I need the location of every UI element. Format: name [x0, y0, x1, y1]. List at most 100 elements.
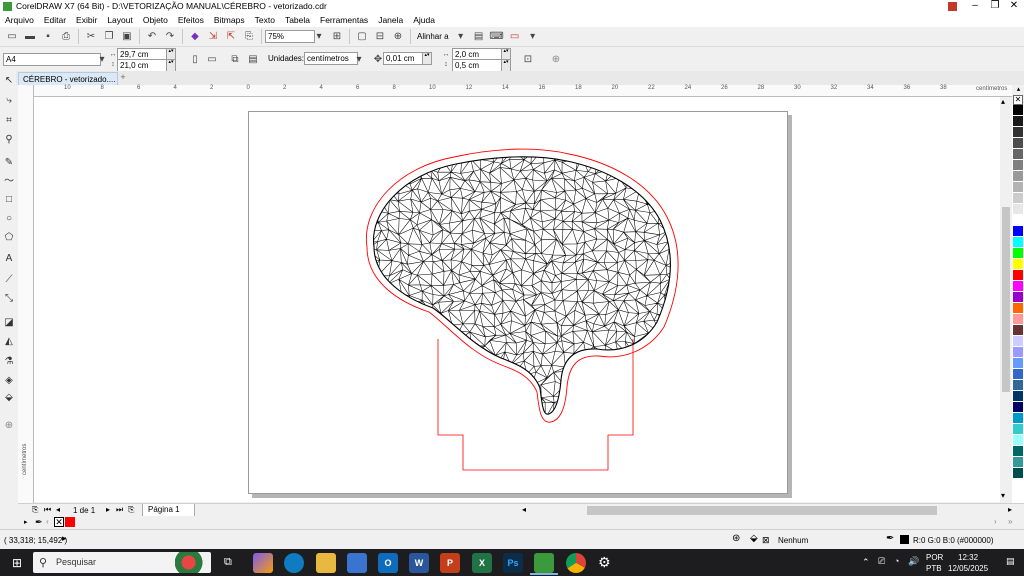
vertical-scrollbar[interactable]: ▴ ▾: [1000, 97, 1012, 502]
print-icon[interactable]: ⎙: [59, 30, 73, 44]
fill-none-swatch[interactable]: ⊠: [762, 535, 770, 546]
chevron-down-icon[interactable]: ▾: [526, 30, 540, 44]
rectangle-tool-icon[interactable]: □: [2, 193, 16, 207]
copy-icon[interactable]: ❐: [102, 30, 116, 44]
units-select[interactable]: centímetros: [304, 52, 358, 65]
paste-icon[interactable]: ▣: [120, 30, 134, 44]
clock-date[interactable]: 12/05/2025: [948, 564, 988, 573]
red-swatch[interactable]: [65, 517, 75, 527]
palette-swatch[interactable]: [1013, 457, 1023, 467]
scroll-right-icon[interactable]: ›: [994, 517, 997, 526]
menu-texto[interactable]: Texto: [250, 13, 280, 27]
palette-swatch[interactable]: [1013, 369, 1023, 379]
menu-ferramentas[interactable]: Ferramentas: [315, 13, 373, 27]
palette-swatch[interactable]: [1013, 237, 1023, 247]
menu-exibir[interactable]: Exibir: [71, 13, 102, 27]
shape-tool-icon[interactable]: ⤷: [2, 94, 16, 108]
tray-chevron-icon[interactable]: ⌃: [862, 557, 870, 568]
menu-objeto[interactable]: Objeto: [138, 13, 173, 27]
portrait-icon[interactable]: ▯: [188, 52, 202, 66]
smart-fill-icon[interactable]: ⬙: [2, 391, 16, 405]
eyedropper-icon[interactable]: ⚗: [2, 355, 16, 369]
palette-swatch[interactable]: [1013, 424, 1023, 434]
palette-swatch[interactable]: [1013, 215, 1023, 225]
palette-swatch[interactable]: [1013, 149, 1023, 159]
palette-swatch[interactable]: [1013, 325, 1023, 335]
zoom-level-field[interactable]: 75%: [265, 30, 315, 43]
all-pages-icon[interactable]: ⧉: [228, 52, 242, 66]
full-screen-icon[interactable]: ▢: [355, 30, 369, 44]
notification-icon[interactable]: ▤: [1006, 556, 1015, 567]
windows-start-icon[interactable]: ⊞: [12, 556, 22, 570]
keyboard-layout[interactable]: PTB: [926, 564, 942, 573]
chevron-down-icon[interactable]: ▾: [454, 30, 468, 44]
palette-swatch[interactable]: [1013, 259, 1023, 269]
menu-arquivo[interactable]: Arquivo: [0, 13, 39, 27]
previous-page-icon[interactable]: ◂: [56, 505, 60, 514]
menu-tabela[interactable]: Tabela: [280, 13, 315, 27]
taskbar-search-box[interactable]: ⚲ Pesquisar: [33, 552, 211, 573]
interactive-fill-icon[interactable]: ◈: [2, 374, 16, 388]
close-button[interactable]: ✕: [1003, 0, 1024, 13]
last-page-icon[interactable]: ⏭: [116, 505, 123, 515]
drawing-page[interactable]: [248, 111, 788, 494]
chevron-down-icon[interactable]: ▾: [1001, 491, 1005, 500]
volume-icon[interactable]: 🔊: [908, 556, 919, 567]
palette-swatch[interactable]: [1013, 347, 1023, 357]
palette-swatch[interactable]: [1013, 171, 1023, 181]
palette-swatch[interactable]: [1013, 391, 1023, 401]
search-content-icon[interactable]: ◆: [188, 30, 202, 44]
edge-icon[interactable]: [284, 553, 304, 573]
palette-swatch[interactable]: [1013, 468, 1023, 478]
pick-tool-icon[interactable]: ↖: [2, 74, 16, 88]
nudge-distance-field[interactable]: 0,01 cm: [383, 52, 423, 65]
chrome-icon[interactable]: [566, 553, 586, 573]
minimize-button[interactable]: –: [964, 0, 986, 13]
color-proof-icon[interactable]: ⊛: [732, 533, 740, 544]
menu-editar[interactable]: Editar: [39, 13, 71, 27]
chevron-down-icon[interactable]: ▾: [312, 30, 326, 44]
word-icon[interactable]: W: [409, 553, 429, 573]
menu-janela[interactable]: Janela: [373, 13, 408, 27]
palette-swatch[interactable]: [1013, 303, 1023, 313]
add-icon[interactable]: ⊕: [549, 52, 563, 66]
palette-swatch[interactable]: [1013, 248, 1023, 258]
palette-swatch[interactable]: [1013, 160, 1023, 170]
scroll-left-icon[interactable]: ‹: [46, 517, 49, 526]
new-document-icon[interactable]: ▭: [5, 30, 19, 44]
palette-swatch[interactable]: [1013, 314, 1023, 324]
add-tool-icon[interactable]: ⊕: [2, 419, 16, 433]
save-icon[interactable]: ▪: [41, 30, 55, 44]
zoom-to-page-icon[interactable]: ⊞: [330, 30, 344, 44]
expand-icon[interactable]: ▸: [24, 518, 28, 526]
horizontal-scrollbar-thumb[interactable]: [587, 506, 937, 515]
menu-layout[interactable]: Layout: [102, 13, 138, 27]
color-eyedropper-icon[interactable]: ✒: [35, 517, 43, 528]
palette-swatch[interactable]: [1013, 336, 1023, 346]
import-icon[interactable]: ⇲: [206, 30, 220, 44]
store-icon[interactable]: [347, 553, 367, 573]
vertical-scrollbar-thumb[interactable]: [1002, 207, 1010, 392]
palette-swatch[interactable]: [1013, 281, 1023, 291]
artistic-media-icon[interactable]: 〜: [2, 175, 16, 189]
clock-time[interactable]: 12:32: [958, 553, 978, 562]
transparency-icon[interactable]: ◭: [2, 335, 16, 349]
page-size-select[interactable]: A4: [3, 53, 101, 66]
vertical-ruler[interactable]: centímetros: [18, 85, 34, 503]
document-tab[interactable]: CÉREBRO - vetorizado....: [18, 72, 118, 85]
snap-icon[interactable]: ⊕: [391, 30, 405, 44]
new-tab-icon[interactable]: +: [118, 72, 128, 83]
zoom-tool-icon[interactable]: ⚲: [2, 133, 16, 147]
undo-icon[interactable]: ↶: [145, 30, 159, 44]
drop-shadow-icon[interactable]: ◪: [2, 316, 16, 330]
horizontal-scroll-left-icon[interactable]: ◂: [522, 505, 526, 514]
tray-app-icon[interactable]: ⎚: [878, 556, 885, 567]
palette-swatch[interactable]: [1013, 292, 1023, 302]
nudge-spinner[interactable]: ▴▾: [422, 52, 432, 65]
file-explorer-icon[interactable]: [316, 553, 336, 573]
palette-swatch[interactable]: [1013, 402, 1023, 412]
treat-as-filled-icon[interactable]: ⊡: [521, 52, 535, 66]
palette-swatch[interactable]: [1013, 138, 1023, 148]
chevron-up-icon[interactable]: ▴: [1001, 97, 1005, 106]
landscape-icon[interactable]: ▭: [205, 52, 219, 66]
